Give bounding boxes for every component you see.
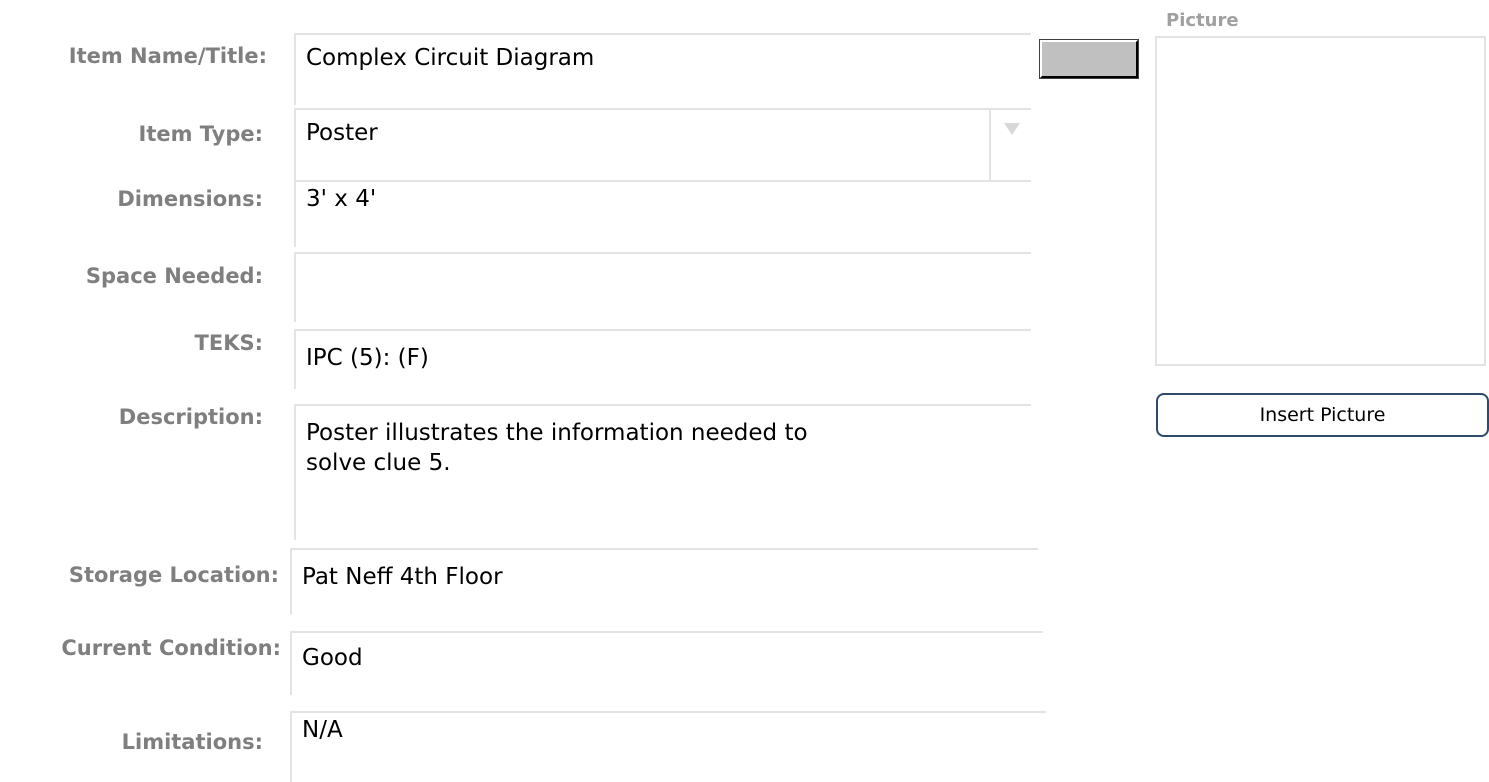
- description-value: Poster illustrates the information neede…: [306, 420, 808, 476]
- current-condition-label: Current Condition:: [61, 636, 281, 660]
- teks-label: TEKS:: [194, 331, 263, 355]
- dimensions-field[interactable]: 3' x 4': [294, 180, 1031, 247]
- item-type-value: Poster: [306, 120, 378, 146]
- dimensions-value: 3' x 4': [306, 186, 377, 212]
- teks-field[interactable]: IPC (5): (F): [294, 329, 1031, 389]
- item-name-field[interactable]: Complex Circuit Diagram: [294, 33, 1031, 105]
- space-needed-field[interactable]: [294, 252, 1031, 322]
- dropdown-arrow[interactable]: [989, 110, 1031, 180]
- limitations-value: N/A: [302, 717, 343, 743]
- item-name-label: Item Name/Title:: [68, 44, 267, 68]
- description-field[interactable]: Poster illustrates the information neede…: [294, 404, 1031, 540]
- item-type-dropdown[interactable]: Poster: [294, 108, 1031, 180]
- teks-value: IPC (5): (F): [306, 345, 429, 371]
- current-condition-value: Good: [302, 645, 363, 671]
- description-label: Description:: [118, 405, 263, 429]
- storage-location-label: Storage Location:: [68, 563, 279, 587]
- insert-picture-button[interactable]: Insert Picture: [1156, 393, 1489, 437]
- limitations-label: Limitations:: [121, 730, 263, 754]
- storage-location-field[interactable]: Pat Neff 4th Floor: [290, 548, 1038, 614]
- item-name-value: Complex Circuit Diagram: [306, 45, 595, 71]
- dimensions-label: Dimensions:: [117, 187, 263, 211]
- item-type-label: Item Type:: [138, 122, 263, 146]
- gray-button[interactable]: [1039, 39, 1139, 79]
- limitations-field[interactable]: N/A: [290, 711, 1046, 782]
- picture-title: Picture: [1166, 10, 1239, 31]
- current-condition-field[interactable]: Good: [290, 631, 1043, 695]
- storage-location-value: Pat Neff 4th Floor: [302, 564, 503, 590]
- space-needed-label: Space Needed:: [85, 264, 263, 288]
- chevron-down-icon: [1004, 123, 1020, 135]
- picture-box: [1155, 36, 1486, 366]
